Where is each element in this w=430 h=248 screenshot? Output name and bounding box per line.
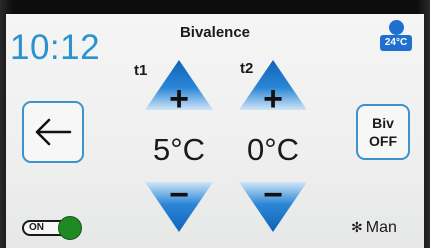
biv-label: Biv <box>372 115 394 131</box>
t1-plus-symbol: + <box>169 80 189 118</box>
t2-plus-symbol: + <box>263 80 283 118</box>
toggle-label: ON <box>29 222 44 233</box>
back-button[interactable] <box>22 101 84 163</box>
outdoor-temp-value: 24°C <box>380 35 412 51</box>
biv-state: OFF <box>369 133 397 149</box>
t2-minus-symbol: − <box>263 176 283 214</box>
bivalence-toggle-button[interactable]: Biv OFF <box>356 104 410 160</box>
mode-indicator[interactable]: ✻ Man <box>351 219 397 237</box>
touch-screen: 10:12 Bivalence 24°C t1 + 5°C − t2 + 0°C… <box>6 14 424 248</box>
toggle-knob <box>58 216 82 240</box>
sun-icon <box>389 20 404 35</box>
arrow-left-icon <box>35 118 72 146</box>
power-toggle[interactable]: ON <box>22 216 82 240</box>
outdoor-temp-badge: 24°C <box>380 20 412 54</box>
t2-value: 0°C <box>246 132 300 167</box>
t1-value: 5°C <box>152 132 206 167</box>
fan-icon: ✻ <box>351 219 363 235</box>
mode-label: Man <box>365 219 397 236</box>
t1-minus-symbol: − <box>169 176 189 214</box>
page-title: Bivalence <box>179 24 251 41</box>
